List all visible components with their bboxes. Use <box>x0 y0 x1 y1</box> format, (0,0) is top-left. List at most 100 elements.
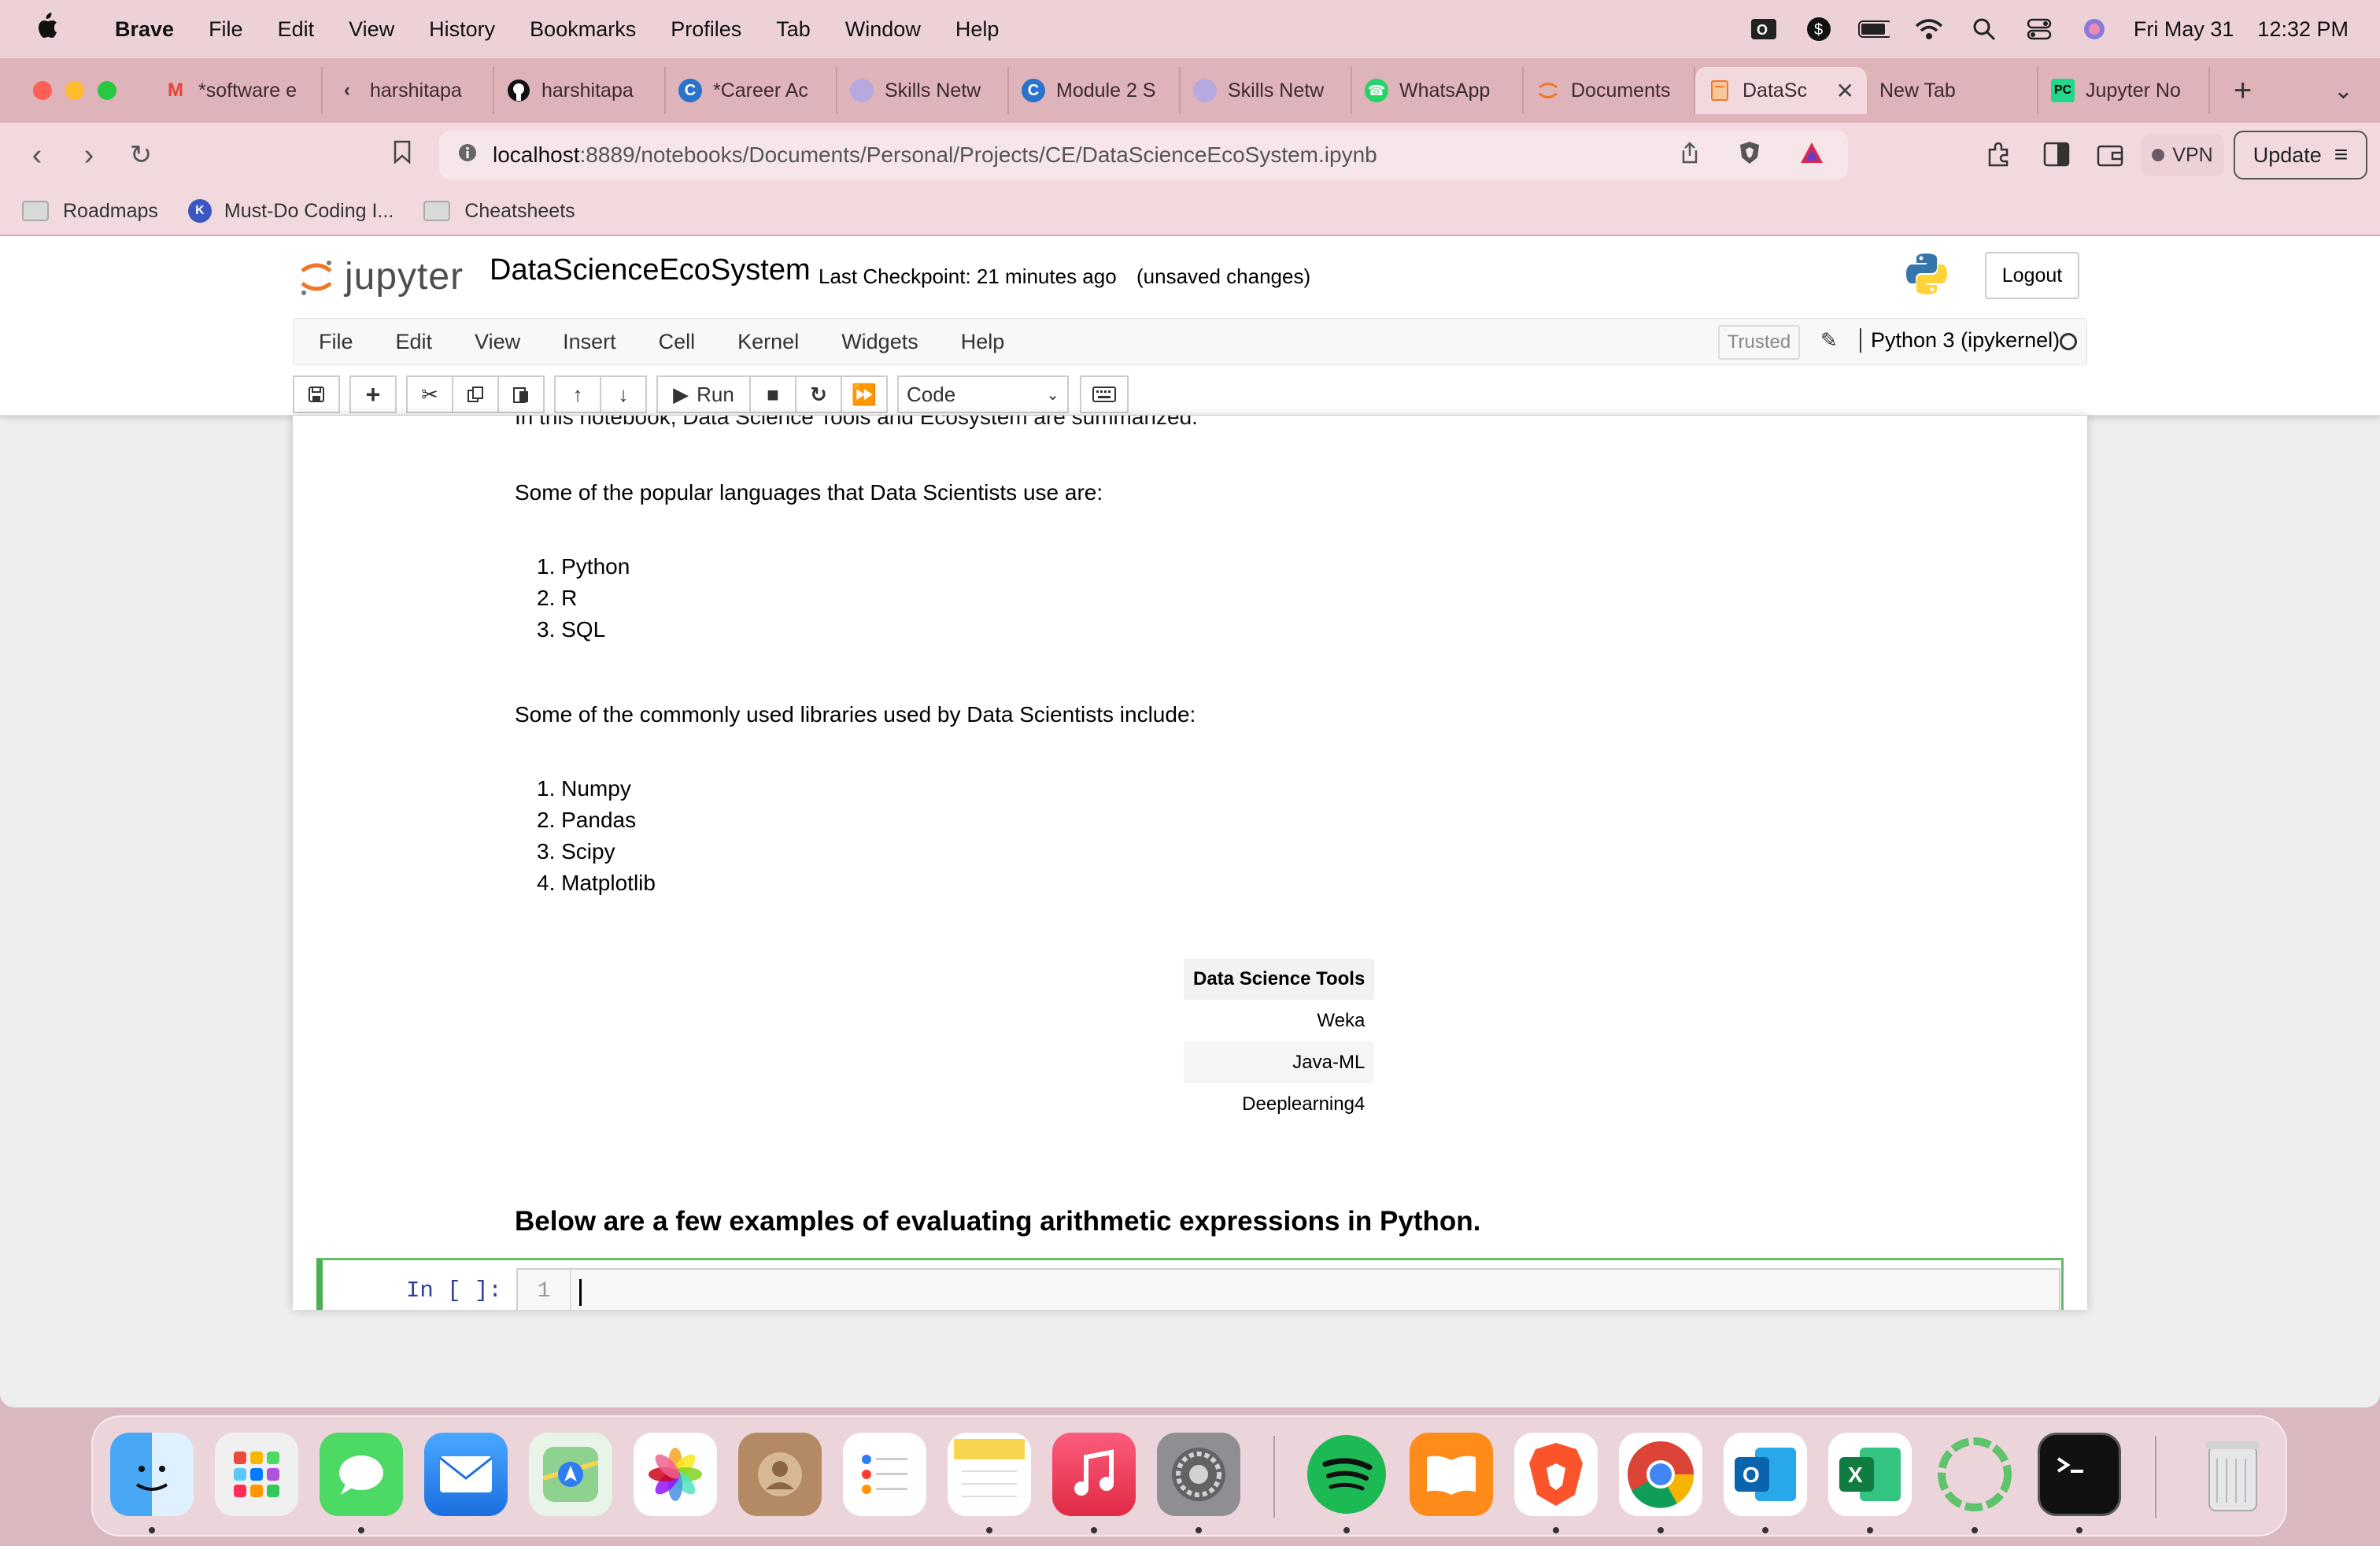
paste-icon[interactable] <box>497 375 545 413</box>
menu-history[interactable]: History <box>429 17 495 42</box>
sidebar-toggle-icon[interactable] <box>2043 142 2070 171</box>
apple-icon[interactable] <box>31 12 63 46</box>
terminal-icon[interactable] <box>2038 1433 2121 1516</box>
cut-scissors-icon[interactable]: ✂ <box>406 375 453 413</box>
vpn-button[interactable]: VPN <box>2141 134 2224 176</box>
spotify-icon[interactable] <box>1305 1433 1388 1516</box>
save-icon[interactable] <box>293 375 340 413</box>
new-tab-plus-icon[interactable]: + <box>2234 73 2252 109</box>
tab-jupyter-notebook[interactable]: PC Jupyter No <box>2038 67 2210 114</box>
chrome-icon[interactable] <box>1619 1433 1702 1516</box>
code-input-area[interactable]: 1 <box>516 1268 2060 1310</box>
system-settings-icon[interactable] <box>1157 1433 1240 1516</box>
anaconda-ring-icon[interactable] <box>1933 1433 2016 1516</box>
zoom-window-button[interactable] <box>98 81 116 100</box>
copy-icon[interactable] <box>452 375 499 413</box>
close-tab-icon[interactable]: ✕ <box>1836 78 1854 104</box>
jmenu-file[interactable]: File <box>319 330 353 354</box>
trash-icon[interactable] <box>2191 1433 2275 1516</box>
battery-icon[interactable] <box>1857 13 1890 45</box>
jupyter-logo[interactable]: jupyter <box>299 255 464 298</box>
tab-search-chevron-icon[interactable]: ⌄ <box>2334 77 2353 105</box>
minimize-window-button[interactable] <box>65 81 84 100</box>
move-up-arrow-icon[interactable]: ↑ <box>554 375 601 413</box>
menu-view[interactable]: View <box>349 17 394 42</box>
tab-harshitapa-1[interactable]: ‹ harshitapa <box>323 67 494 114</box>
wifi-icon[interactable] <box>1913 13 1945 45</box>
code-cell-selected[interactable]: In [ ]: 1 <box>316 1258 2064 1310</box>
tab-documents[interactable]: Documents <box>1524 67 1695 114</box>
mail-icon[interactable] <box>424 1433 508 1516</box>
app-menu-brave[interactable]: Brave <box>115 17 174 42</box>
brave-rewards-icon[interactable] <box>1799 141 1824 170</box>
brave-shields-icon[interactable] <box>1738 140 1761 171</box>
photos-icon[interactable] <box>634 1433 717 1516</box>
jmenu-help[interactable]: Help <box>961 330 1005 354</box>
edit-pencil-icon[interactable]: ✎ <box>1820 328 1838 353</box>
jmenu-kernel[interactable]: Kernel <box>737 330 799 354</box>
logout-button[interactable]: Logout <box>1985 252 2079 299</box>
maps-icon[interactable] <box>529 1433 612 1516</box>
restart-run-all-icon[interactable]: ⏩ <box>841 375 888 413</box>
menu-file[interactable]: File <box>209 17 243 42</box>
menubar-time[interactable]: 12:32 PM <box>2257 17 2349 42</box>
bookmark-roadmaps[interactable]: Roadmaps <box>22 200 158 223</box>
interrupt-stop-icon[interactable]: ■ <box>749 375 796 413</box>
bookmark-cheatsheets[interactable]: Cheatsheets <box>423 200 575 223</box>
excel-icon[interactable]: X <box>1828 1433 1912 1516</box>
money-status-icon[interactable]: $ <box>1803 13 1835 45</box>
launchpad-icon[interactable] <box>215 1433 298 1516</box>
tab-module-2[interactable]: C Module 2 S <box>1009 67 1181 114</box>
move-down-arrow-icon[interactable]: ↓ <box>600 375 647 413</box>
restart-icon[interactable]: ↻ <box>795 375 842 413</box>
brave-browser-icon[interactable] <box>1514 1433 1598 1516</box>
wallet-icon[interactable] <box>2097 142 2123 171</box>
menubar-date[interactable]: Fri May 31 <box>2134 17 2234 42</box>
jmenu-view[interactable]: View <box>475 330 520 354</box>
back-icon[interactable]: ‹ <box>11 139 63 172</box>
trusted-badge[interactable]: Trusted <box>1718 325 1800 360</box>
outlook-icon[interactable]: O <box>1724 1433 1807 1516</box>
keyboard-shortcuts-icon[interactable] <box>1080 375 1129 413</box>
tab-skills-network-2[interactable]: Skills Netw <box>1181 67 1352 114</box>
spotlight-search-icon[interactable] <box>1968 13 2000 45</box>
run-button[interactable]: ▶ Run <box>656 375 751 413</box>
bookmark-icon[interactable] <box>376 140 428 170</box>
kernel-name[interactable]: Python 3 (ipykernel) <box>1860 328 2060 353</box>
jmenu-widgets[interactable]: Widgets <box>841 330 918 354</box>
close-window-button[interactable] <box>33 81 52 100</box>
notes-icon[interactable] <box>948 1433 1031 1516</box>
bookmark-must-do-coding[interactable]: K Must-Do Coding I... <box>187 199 394 223</box>
menu-bookmarks[interactable]: Bookmarks <box>530 17 636 42</box>
cell-type-select[interactable]: Code ⌄ <box>897 375 1069 413</box>
menu-profiles[interactable]: Profiles <box>671 17 741 42</box>
tab-new-tab[interactable]: New Tab <box>1867 67 2038 114</box>
jmenu-edit[interactable]: Edit <box>396 330 433 354</box>
update-button[interactable]: Update ≡ <box>2234 131 2367 179</box>
tab-gmail[interactable]: M *software e <box>151 67 323 114</box>
control-center-icon[interactable] <box>2023 13 2055 45</box>
insert-cell-plus-icon[interactable]: + <box>349 375 397 413</box>
jmenu-cell[interactable]: Cell <box>659 330 696 354</box>
siri-icon[interactable] <box>2079 13 2110 45</box>
menu-help[interactable]: Help <box>955 17 1000 42</box>
tab-whatsapp[interactable]: ☎ WhatsApp <box>1352 67 1524 114</box>
address-bar[interactable]: localhost:8889/notebooks/Documents/Perso… <box>439 131 1848 179</box>
menu-edit[interactable]: Edit <box>278 17 315 42</box>
tab-datascience-active[interactable]: DataSc ✕ <box>1695 67 1867 114</box>
share-icon[interactable] <box>1680 141 1700 170</box>
tab-skills-network-1[interactable]: Skills Netw <box>837 67 1009 114</box>
tab-github[interactable]: harshitapa <box>494 67 666 114</box>
tab-career[interactable]: C *Career Ac <box>666 67 837 114</box>
menu-tab[interactable]: Tab <box>776 17 811 42</box>
menu-window[interactable]: Window <box>845 17 921 42</box>
site-info-icon[interactable] <box>458 142 477 168</box>
outlook-status-icon[interactable]: O <box>1748 13 1779 45</box>
extensions-icon[interactable] <box>1985 140 2013 172</box>
reminders-icon[interactable] <box>843 1433 926 1516</box>
music-icon[interactable] <box>1052 1433 1136 1516</box>
reload-icon[interactable]: ↻ <box>115 139 167 171</box>
books-icon[interactable] <box>1410 1433 1493 1516</box>
finder-icon[interactable] <box>110 1433 194 1516</box>
contacts-icon[interactable] <box>738 1433 822 1516</box>
